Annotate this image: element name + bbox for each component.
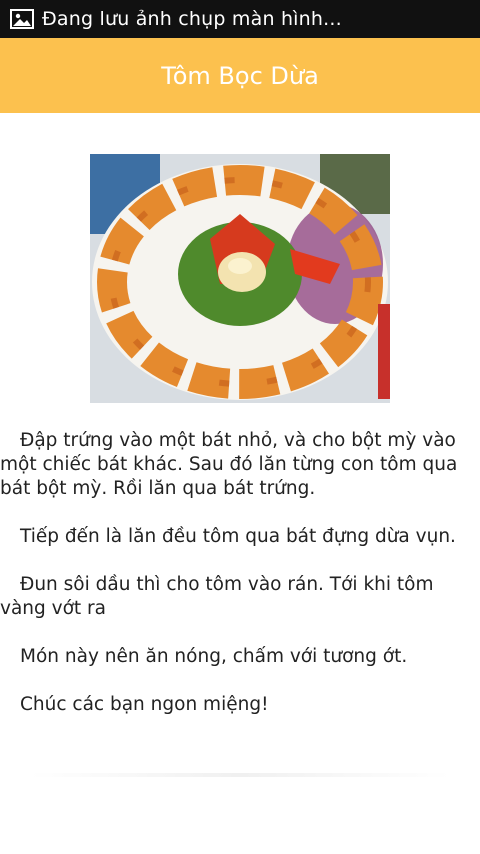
paragraph: Tiếp đến là lăn đều tôm qua bát đựng dừa… [20,526,456,547]
status-notification-text: Đang lưu ảnh chụp màn hình... [42,8,342,30]
paragraph: Đập trứng vào một bát nhỏ, và cho bột mỳ… [0,430,458,499]
dish-photo [90,154,390,403]
status-bar: Đang lưu ảnh chụp màn hình... [0,0,480,38]
recipe-content[interactable]: Đập trứng vào một bát nhỏ, và cho bột mỳ… [0,113,480,854]
divider [30,773,450,777]
paragraph: Đun sôi dầu thì cho tôm vào rán. Tới khi… [0,574,434,619]
action-bar: Tôm Bọc Dừa [0,38,480,113]
page-title: Tôm Bọc Dừa [161,61,319,90]
recipe-instructions: Đập trứng vào một bát nhỏ, và cho bột mỳ… [0,430,480,741]
paragraph: Chúc các bạn ngon miệng! [20,694,269,715]
paragraph: Món này nên ăn nóng, chấm với tương ớt. [20,646,408,667]
image-icon [10,9,34,29]
